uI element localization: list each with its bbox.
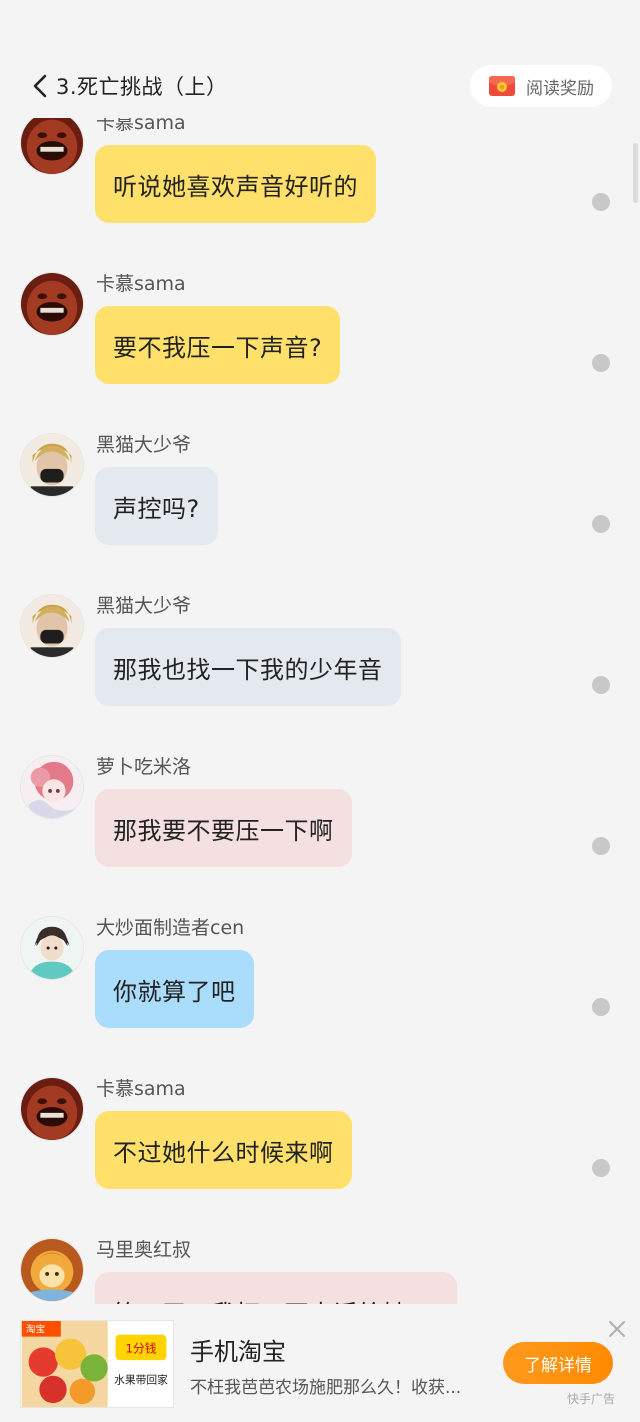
chat-message: 大炒面制造者cen 你就算了吧 [0, 916, 640, 1077]
kamu-avatar[interactable] [20, 1077, 84, 1141]
close-icon[interactable] [606, 1318, 628, 1340]
message-bubble[interactable]: 那我要不要压一下啊 [95, 789, 352, 867]
message-bubble[interactable]: 要不我压一下声音? [95, 306, 341, 384]
ad-image-brand: 淘宝 [26, 1323, 46, 1336]
username: 大炒面制造者cen [96, 917, 245, 939]
page-title: 3.死亡挑战（上） [56, 75, 228, 99]
username: 黑猫大少爷 [96, 434, 192, 456]
message-bubble[interactable]: 你就算了吧 [95, 950, 254, 1028]
heimao-avatar[interactable] [20, 594, 84, 658]
ad-image[interactable]: 1分钱 淘宝 水果带回家 [20, 1320, 174, 1408]
ad-learn-more-button[interactable]: 了解详情 [503, 1342, 613, 1384]
mario-avatar[interactable] [20, 1238, 84, 1302]
comment-dot[interactable] [592, 837, 610, 855]
kamu-avatar[interactable] [20, 111, 84, 175]
kamu-avatar[interactable] [20, 272, 84, 336]
comment-dot[interactable] [592, 1159, 610, 1177]
comment-dot[interactable] [592, 676, 610, 694]
chat-message: 马里奥红叔 第一天，我打一下电话给她 [0, 1238, 640, 1304]
username: 卡慕sama [96, 1078, 186, 1100]
message-bubble[interactable]: 不过她什么时候来啊 [95, 1111, 352, 1189]
chat-message: 黑猫大少爷 声控吗? [0, 433, 640, 594]
message-bubble[interactable]: 听说她喜欢声音好听的 [95, 145, 376, 223]
message-bubble[interactable]: 声控吗? [95, 467, 218, 545]
ad-title[interactable]: 手机淘宝 [190, 1332, 286, 1367]
reading-reward-button[interactable]: 阅读奖励 [470, 65, 612, 107]
scrollbar[interactable] [633, 143, 638, 203]
ad-image-price: 1分钱 [126, 1341, 157, 1355]
username: 马里奥红叔 [96, 1239, 192, 1261]
back-button[interactable]: 3.死亡挑战（上） [30, 68, 228, 104]
ad-image-caption: 水果带回家 [114, 1374, 168, 1387]
chat-message: 萝卜吃米洛 那我要不要压一下啊 [0, 755, 640, 916]
chevron-left-icon [33, 74, 47, 98]
red-envelope-icon [488, 74, 516, 98]
chat-message: 卡慕sama 不过她什么时候来啊 [0, 1077, 640, 1238]
username: 卡慕sama [96, 273, 186, 295]
ad-label: 快手广告 [567, 1392, 616, 1406]
username: 黑猫大少爷 [96, 595, 192, 617]
comment-dot[interactable] [592, 193, 610, 211]
luobo-avatar[interactable] [20, 755, 84, 819]
chat-list[interactable]: 卡慕sama 听说她喜欢声音好听的 卡慕sama 要不我压一下声音? 黑猫大少爷… [0, 0, 640, 1304]
heimao-avatar[interactable] [20, 433, 84, 497]
comment-dot[interactable] [592, 515, 610, 533]
top-bar: 3.死亡挑战（上） 阅读奖励 [0, 0, 640, 118]
comment-dot[interactable] [592, 354, 610, 372]
dachaomian-avatar[interactable] [20, 916, 84, 980]
username: 萝卜吃米洛 [96, 756, 192, 778]
ad-banner[interactable]: 1分钱 淘宝 水果带回家 手机淘宝 不枉我芭芭农场施肥那么久！收获... 了解详… [0, 1304, 640, 1422]
reading-reward-label: 阅读奖励 [526, 78, 594, 99]
chat-message: 卡慕sama 听说她喜欢声音好听的 [0, 111, 640, 272]
message-bubble[interactable]: 那我也找一下我的少年音 [95, 628, 401, 706]
chat-message: 卡慕sama 要不我压一下声音? [0, 272, 640, 433]
ad-description[interactable]: 不枉我芭芭农场施肥那么久！收获... [190, 1373, 480, 1398]
message-bubble[interactable]: 第一天，我打一下电话给她 [95, 1272, 457, 1304]
chat-message: 黑猫大少爷 那我也找一下我的少年音 [0, 594, 640, 755]
comment-dot[interactable] [592, 998, 610, 1016]
